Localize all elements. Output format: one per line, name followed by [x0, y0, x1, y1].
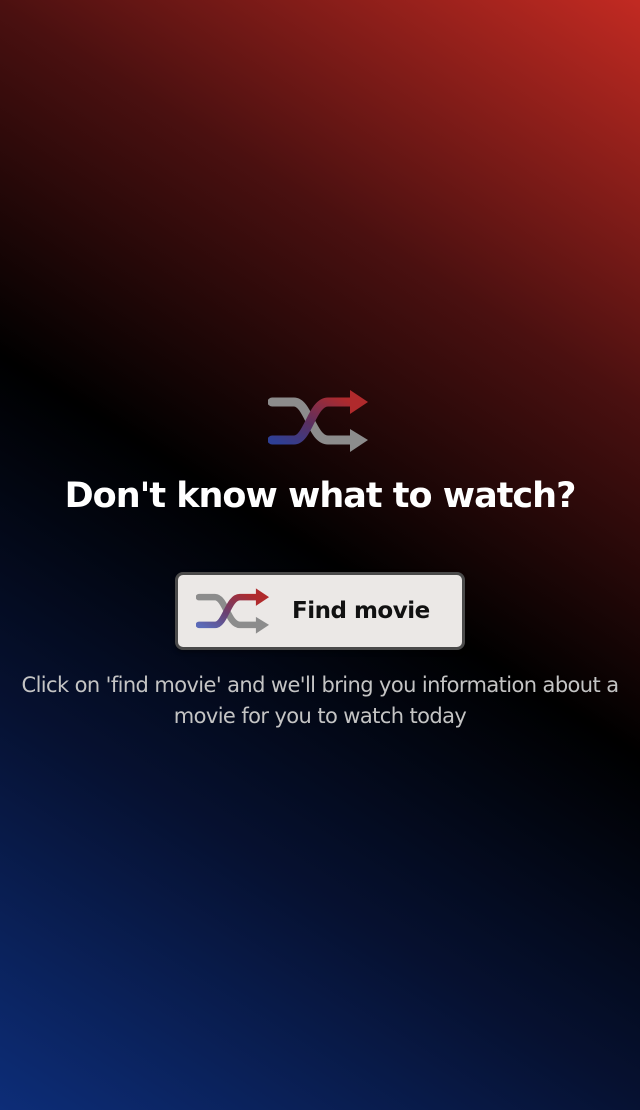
page-headline: Don't know what to watch?	[64, 476, 577, 516]
find-movie-label: Find movie	[292, 598, 430, 624]
shuffle-icon	[268, 390, 368, 452]
hero-section: Don't know what to watch? Find movie Cli…	[0, 384, 640, 732]
find-movie-button[interactable]: Find movie	[175, 572, 465, 650]
description-text: Click on 'find movie' and we'll bring yo…	[21, 673, 620, 728]
shuffle-icon	[196, 588, 270, 634]
